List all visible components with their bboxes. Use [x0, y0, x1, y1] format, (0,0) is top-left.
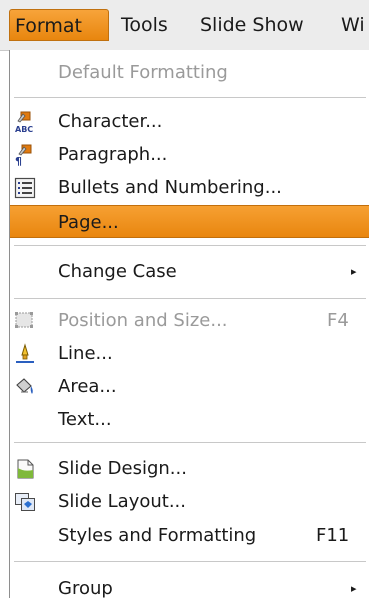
menu-item-label: Paragraph... — [58, 144, 168, 165]
menu-item-position-size[interactable]: Position and Size... F4 — [10, 304, 369, 337]
menu-item-area[interactable]: Area... — [10, 370, 369, 403]
menu-separator — [14, 561, 366, 562]
menu-separator — [14, 298, 366, 299]
position-size-icon — [14, 310, 36, 332]
svg-text:ABC: ABC — [15, 125, 33, 133]
menu-item-label: Character... — [58, 111, 163, 132]
slide-design-icon — [14, 458, 36, 480]
menu-item-label: Default Formatting — [58, 62, 228, 83]
menu-format[interactable]: Format — [9, 9, 109, 41]
menu-separator — [14, 97, 366, 98]
menu-item-default-formatting[interactable]: Default Formatting — [10, 56, 369, 89]
submenu-arrow-icon: ▸ — [351, 582, 357, 595]
menu-window[interactable]: Wi — [341, 9, 369, 41]
menu-item-paragraph[interactable]: ¶ Paragraph... — [10, 138, 369, 171]
menu-item-label: Styles and Formatting — [58, 525, 257, 546]
menu-item-label: Page... — [58, 212, 119, 233]
menu-item-label: Group — [58, 578, 113, 599]
bullets-numbering-icon — [14, 177, 36, 199]
slide-layout-icon — [14, 491, 36, 513]
menu-item-slide-layout[interactable]: Slide Layout... — [10, 485, 369, 518]
format-dropdown-menu: Default Formatting ABC Character... ¶ Pa… — [9, 50, 369, 599]
menu-item-text[interactable]: Text... — [10, 403, 369, 436]
menu-item-label: Slide Layout... — [58, 491, 187, 512]
menu-separator — [14, 245, 366, 246]
menu-slide-show[interactable]: Slide Show — [200, 9, 304, 41]
menu-item-bullets-numbering[interactable]: Bullets and Numbering... — [10, 171, 369, 204]
area-fill-icon — [14, 376, 36, 398]
paragraph-icon: ¶ — [14, 144, 36, 168]
menu-item-label: Text... — [58, 409, 112, 430]
shortcut-label: F11 — [316, 525, 350, 546]
menu-item-page[interactable]: Page... — [10, 205, 369, 238]
menu-item-label: Bullets and Numbering... — [58, 177, 282, 198]
menu-bar: Format Tools Slide Show Wi — [0, 0, 369, 51]
line-icon — [14, 343, 36, 365]
menu-item-label: Slide Design... — [58, 458, 187, 479]
menu-tools[interactable]: Tools — [121, 9, 168, 41]
menu-item-slide-design[interactable]: Slide Design... — [10, 452, 369, 485]
svg-text:¶: ¶ — [15, 155, 22, 166]
menu-item-styles-formatting[interactable]: Styles and Formatting F11 — [10, 519, 369, 552]
menu-item-label: Position and Size... — [58, 310, 228, 331]
menu-item-label: Change Case — [58, 261, 177, 282]
menu-separator — [14, 442, 366, 443]
menu-item-line[interactable]: Line... — [10, 337, 369, 370]
menu-item-group[interactable]: Group ▸ — [10, 572, 369, 605]
menu-item-character[interactable]: ABC Character... — [10, 105, 369, 138]
character-abc-icon: ABC — [14, 111, 36, 134]
menu-item-label: Line... — [58, 343, 113, 364]
submenu-arrow-icon: ▸ — [351, 265, 357, 278]
shortcut-label: F4 — [327, 310, 349, 331]
menu-item-label: Area... — [58, 376, 117, 397]
menu-item-change-case[interactable]: Change Case ▸ — [10, 255, 369, 288]
